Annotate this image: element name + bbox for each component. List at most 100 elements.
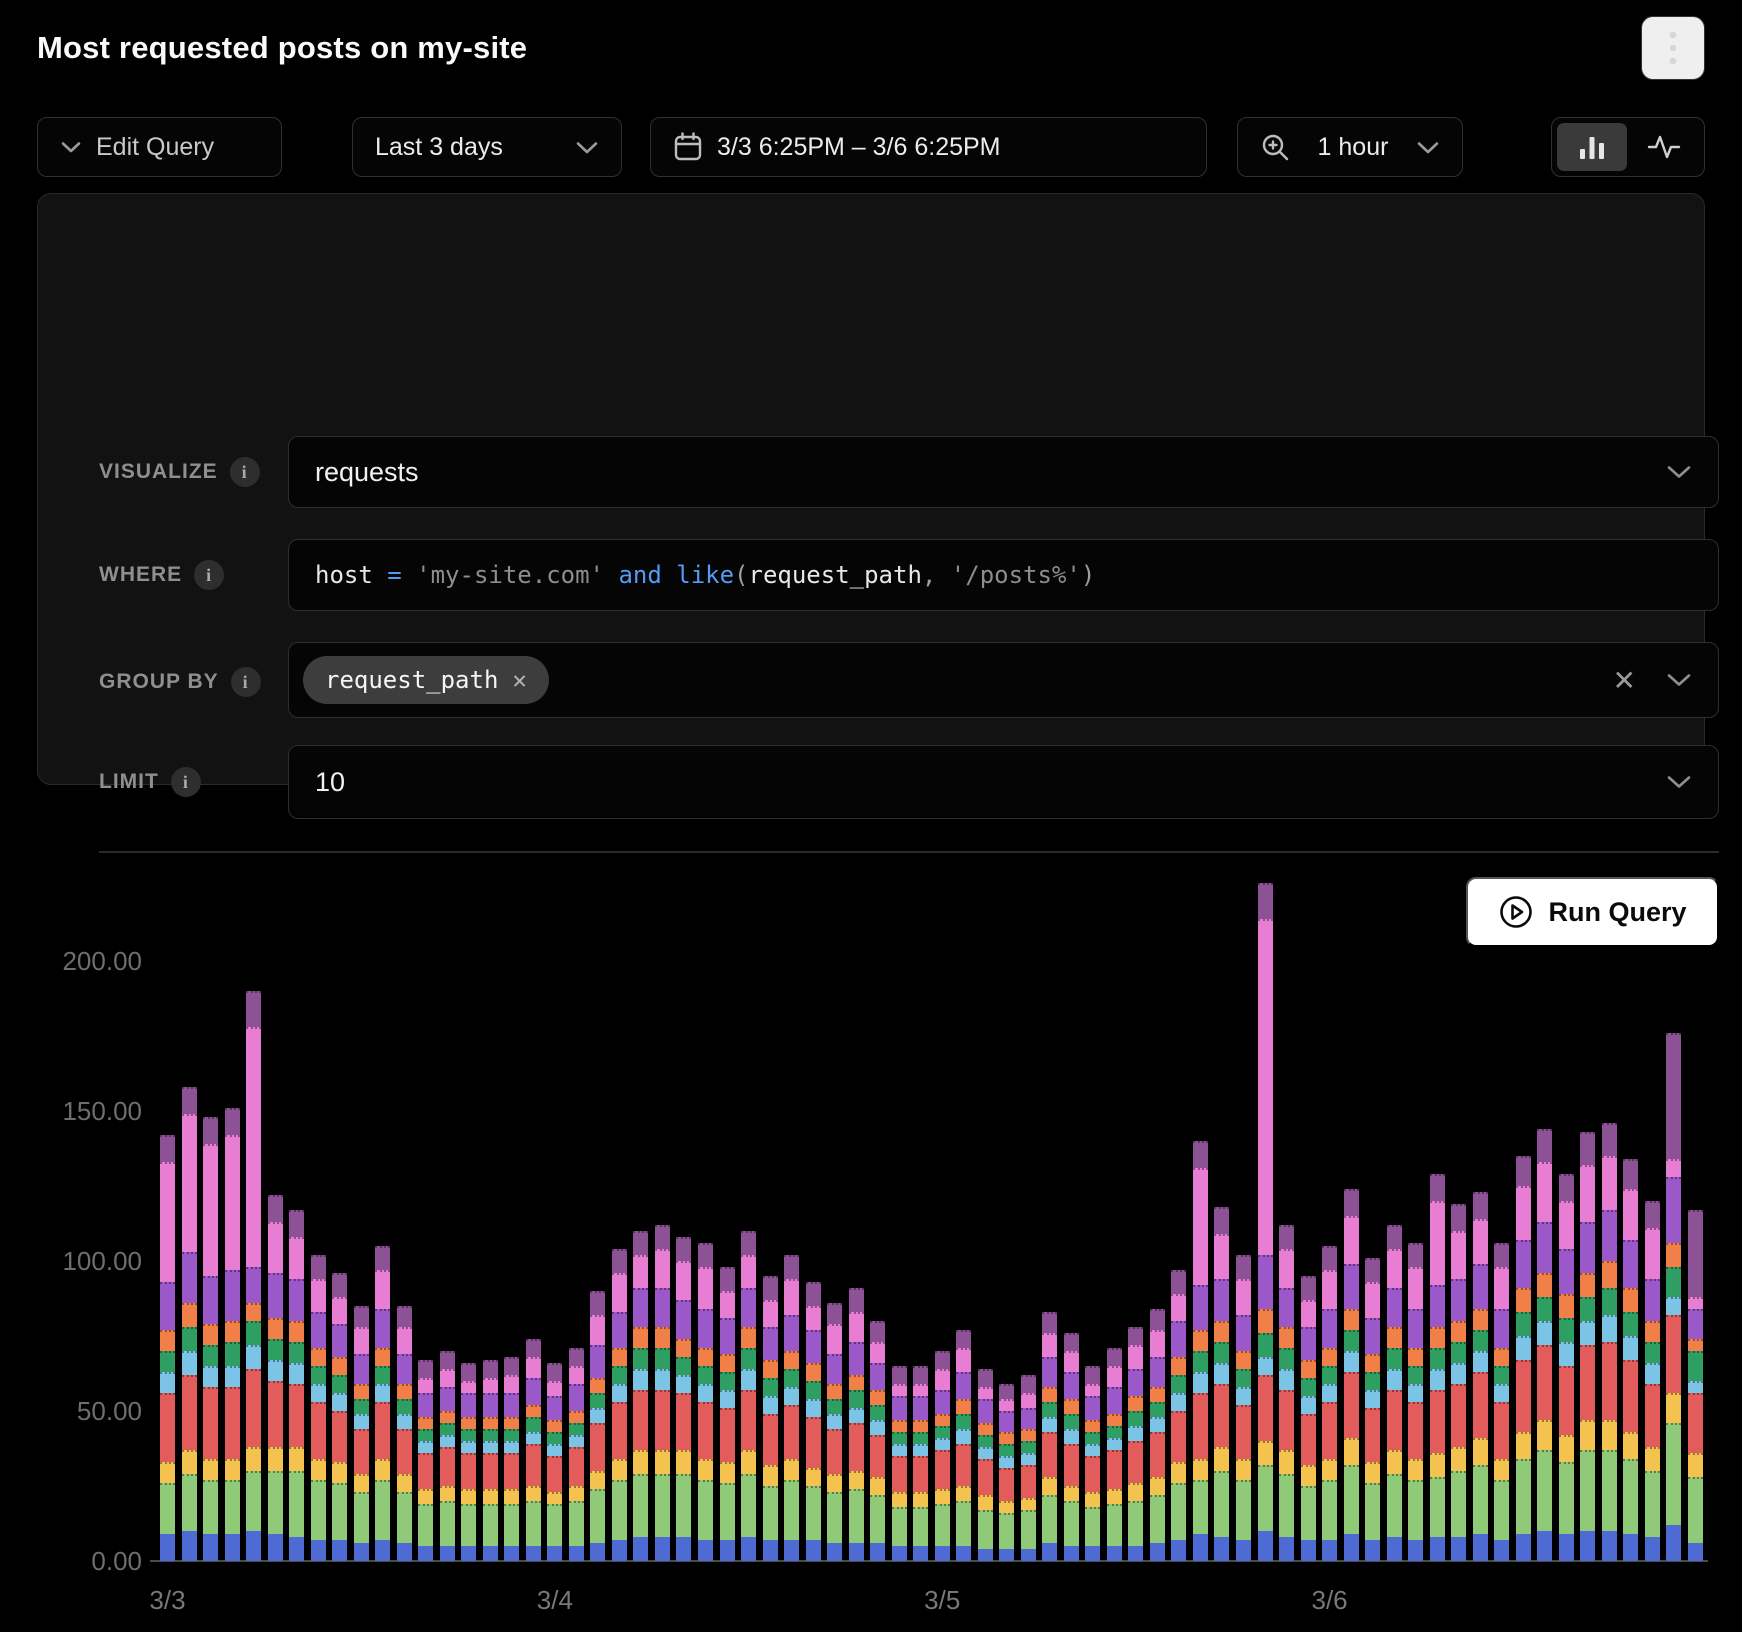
bar-segment	[978, 1399, 993, 1423]
bar-stack-58[interactable]	[1408, 1243, 1423, 1561]
bar-segment	[763, 1360, 778, 1378]
bar-segment	[160, 1483, 175, 1534]
bar-segment	[870, 1363, 885, 1390]
bar-segment	[1171, 1411, 1186, 1462]
bar-stack-45[interactable]	[1128, 1327, 1143, 1561]
bar-stack-40[interactable]	[1021, 1375, 1036, 1561]
bar-stack-46[interactable]	[1150, 1309, 1165, 1561]
bar-stack-59[interactable]	[1430, 1174, 1445, 1561]
bar-stack-52[interactable]	[1279, 1225, 1294, 1561]
bar-segment	[1559, 1201, 1574, 1249]
bar-segment	[633, 1450, 648, 1474]
bar-stack-42[interactable]	[1064, 1333, 1079, 1561]
bar-stack-6[interactable]	[289, 1210, 304, 1561]
bar-stack-2[interactable]	[203, 1117, 218, 1561]
bar-segment	[418, 1393, 433, 1417]
bar-segment	[1085, 1366, 1100, 1384]
bar-segment	[547, 1381, 562, 1396]
bar-stack-71[interactable]	[1688, 1210, 1703, 1561]
bar-stack-43[interactable]	[1085, 1366, 1100, 1561]
bar-segment	[354, 1354, 369, 1384]
bar-stack-28[interactable]	[763, 1276, 778, 1561]
bar-segment	[935, 1438, 950, 1450]
bar-stack-61[interactable]	[1473, 1192, 1488, 1561]
bar-stack-39[interactable]	[999, 1384, 1014, 1561]
bar-stack-51[interactable]	[1258, 883, 1273, 1561]
bar-stack-67[interactable]	[1602, 1123, 1617, 1561]
bar-stack-68[interactable]	[1623, 1159, 1638, 1561]
bar-segment	[612, 1312, 627, 1348]
bar-stack-47[interactable]	[1171, 1270, 1186, 1561]
bar-segment	[1408, 1309, 1423, 1348]
bar-stack-36[interactable]	[935, 1351, 950, 1561]
bar-stack-33[interactable]	[870, 1321, 885, 1561]
bar-stack-24[interactable]	[676, 1237, 691, 1561]
bar-stack-25[interactable]	[698, 1243, 713, 1561]
bar-stack-49[interactable]	[1214, 1207, 1229, 1561]
bar-stack-48[interactable]	[1193, 1141, 1208, 1561]
bar-stack-19[interactable]	[569, 1348, 584, 1561]
bar-segment	[1623, 1240, 1638, 1288]
bar-segment	[504, 1375, 519, 1393]
bar-stack-20[interactable]	[590, 1291, 605, 1561]
bar-stack-22[interactable]	[633, 1231, 648, 1561]
bar-stack-57[interactable]	[1387, 1225, 1402, 1561]
bar-stack-56[interactable]	[1365, 1258, 1380, 1561]
bar-segment	[354, 1543, 369, 1561]
bar-stack-30[interactable]	[806, 1282, 821, 1561]
bar-stack-8[interactable]	[332, 1273, 347, 1561]
bar-stack-63[interactable]	[1516, 1156, 1531, 1561]
bar-stack-10[interactable]	[375, 1246, 390, 1561]
bar-stack-38[interactable]	[978, 1369, 993, 1561]
bar-stack-27[interactable]	[741, 1231, 756, 1561]
bar-stack-54[interactable]	[1322, 1246, 1337, 1561]
bar-stack-70[interactable]	[1666, 1033, 1681, 1561]
bar-stack-37[interactable]	[956, 1330, 971, 1561]
bar-segment	[354, 1399, 369, 1414]
bar-segment	[1171, 1270, 1186, 1294]
bar-stack-32[interactable]	[849, 1288, 864, 1561]
bar-stack-53[interactable]	[1301, 1276, 1316, 1561]
bar-stack-66[interactable]	[1580, 1132, 1595, 1561]
bar-segment	[1064, 1546, 1079, 1561]
bar-stack-31[interactable]	[827, 1303, 842, 1561]
bar-stack-4[interactable]	[246, 991, 261, 1561]
bar-stack-44[interactable]	[1107, 1348, 1122, 1561]
bar-segment	[1064, 1486, 1079, 1501]
bar-stack-15[interactable]	[483, 1360, 498, 1561]
bar-stack-16[interactable]	[504, 1357, 519, 1561]
bar-stack-50[interactable]	[1236, 1255, 1251, 1561]
bar-stack-17[interactable]	[526, 1339, 541, 1561]
bar-stack-12[interactable]	[418, 1360, 433, 1561]
bar-segment	[1387, 1390, 1402, 1450]
bar-segment	[892, 1432, 907, 1444]
bar-stack-14[interactable]	[461, 1363, 476, 1561]
bar-stack-13[interactable]	[440, 1351, 455, 1561]
bar-stack-18[interactable]	[547, 1363, 562, 1561]
bar-stack-69[interactable]	[1645, 1201, 1660, 1561]
bar-stack-35[interactable]	[913, 1366, 928, 1561]
bar-stack-64[interactable]	[1537, 1129, 1552, 1561]
bar-stack-3[interactable]	[225, 1108, 240, 1561]
bar-stack-21[interactable]	[612, 1249, 627, 1561]
bar-segment	[827, 1429, 842, 1474]
bar-stack-5[interactable]	[268, 1195, 283, 1561]
bar-segment	[999, 1432, 1014, 1444]
bar-segment	[870, 1390, 885, 1405]
bar-stack-11[interactable]	[397, 1306, 412, 1561]
bar-stack-26[interactable]	[720, 1267, 735, 1561]
bar-stack-0[interactable]	[160, 1135, 175, 1561]
bar-segment	[1387, 1249, 1402, 1288]
bar-stack-60[interactable]	[1451, 1204, 1466, 1561]
bar-stack-34[interactable]	[892, 1366, 907, 1561]
bar-segment	[913, 1546, 928, 1561]
bar-stack-65[interactable]	[1559, 1174, 1574, 1561]
bar-stack-62[interactable]	[1494, 1243, 1509, 1561]
bar-stack-7[interactable]	[311, 1255, 326, 1561]
bar-stack-41[interactable]	[1042, 1312, 1057, 1561]
bar-stack-9[interactable]	[354, 1306, 369, 1561]
bar-stack-29[interactable]	[784, 1255, 799, 1561]
bar-stack-23[interactable]	[655, 1225, 670, 1561]
bar-stack-55[interactable]	[1344, 1189, 1359, 1561]
bar-stack-1[interactable]	[182, 1087, 197, 1561]
